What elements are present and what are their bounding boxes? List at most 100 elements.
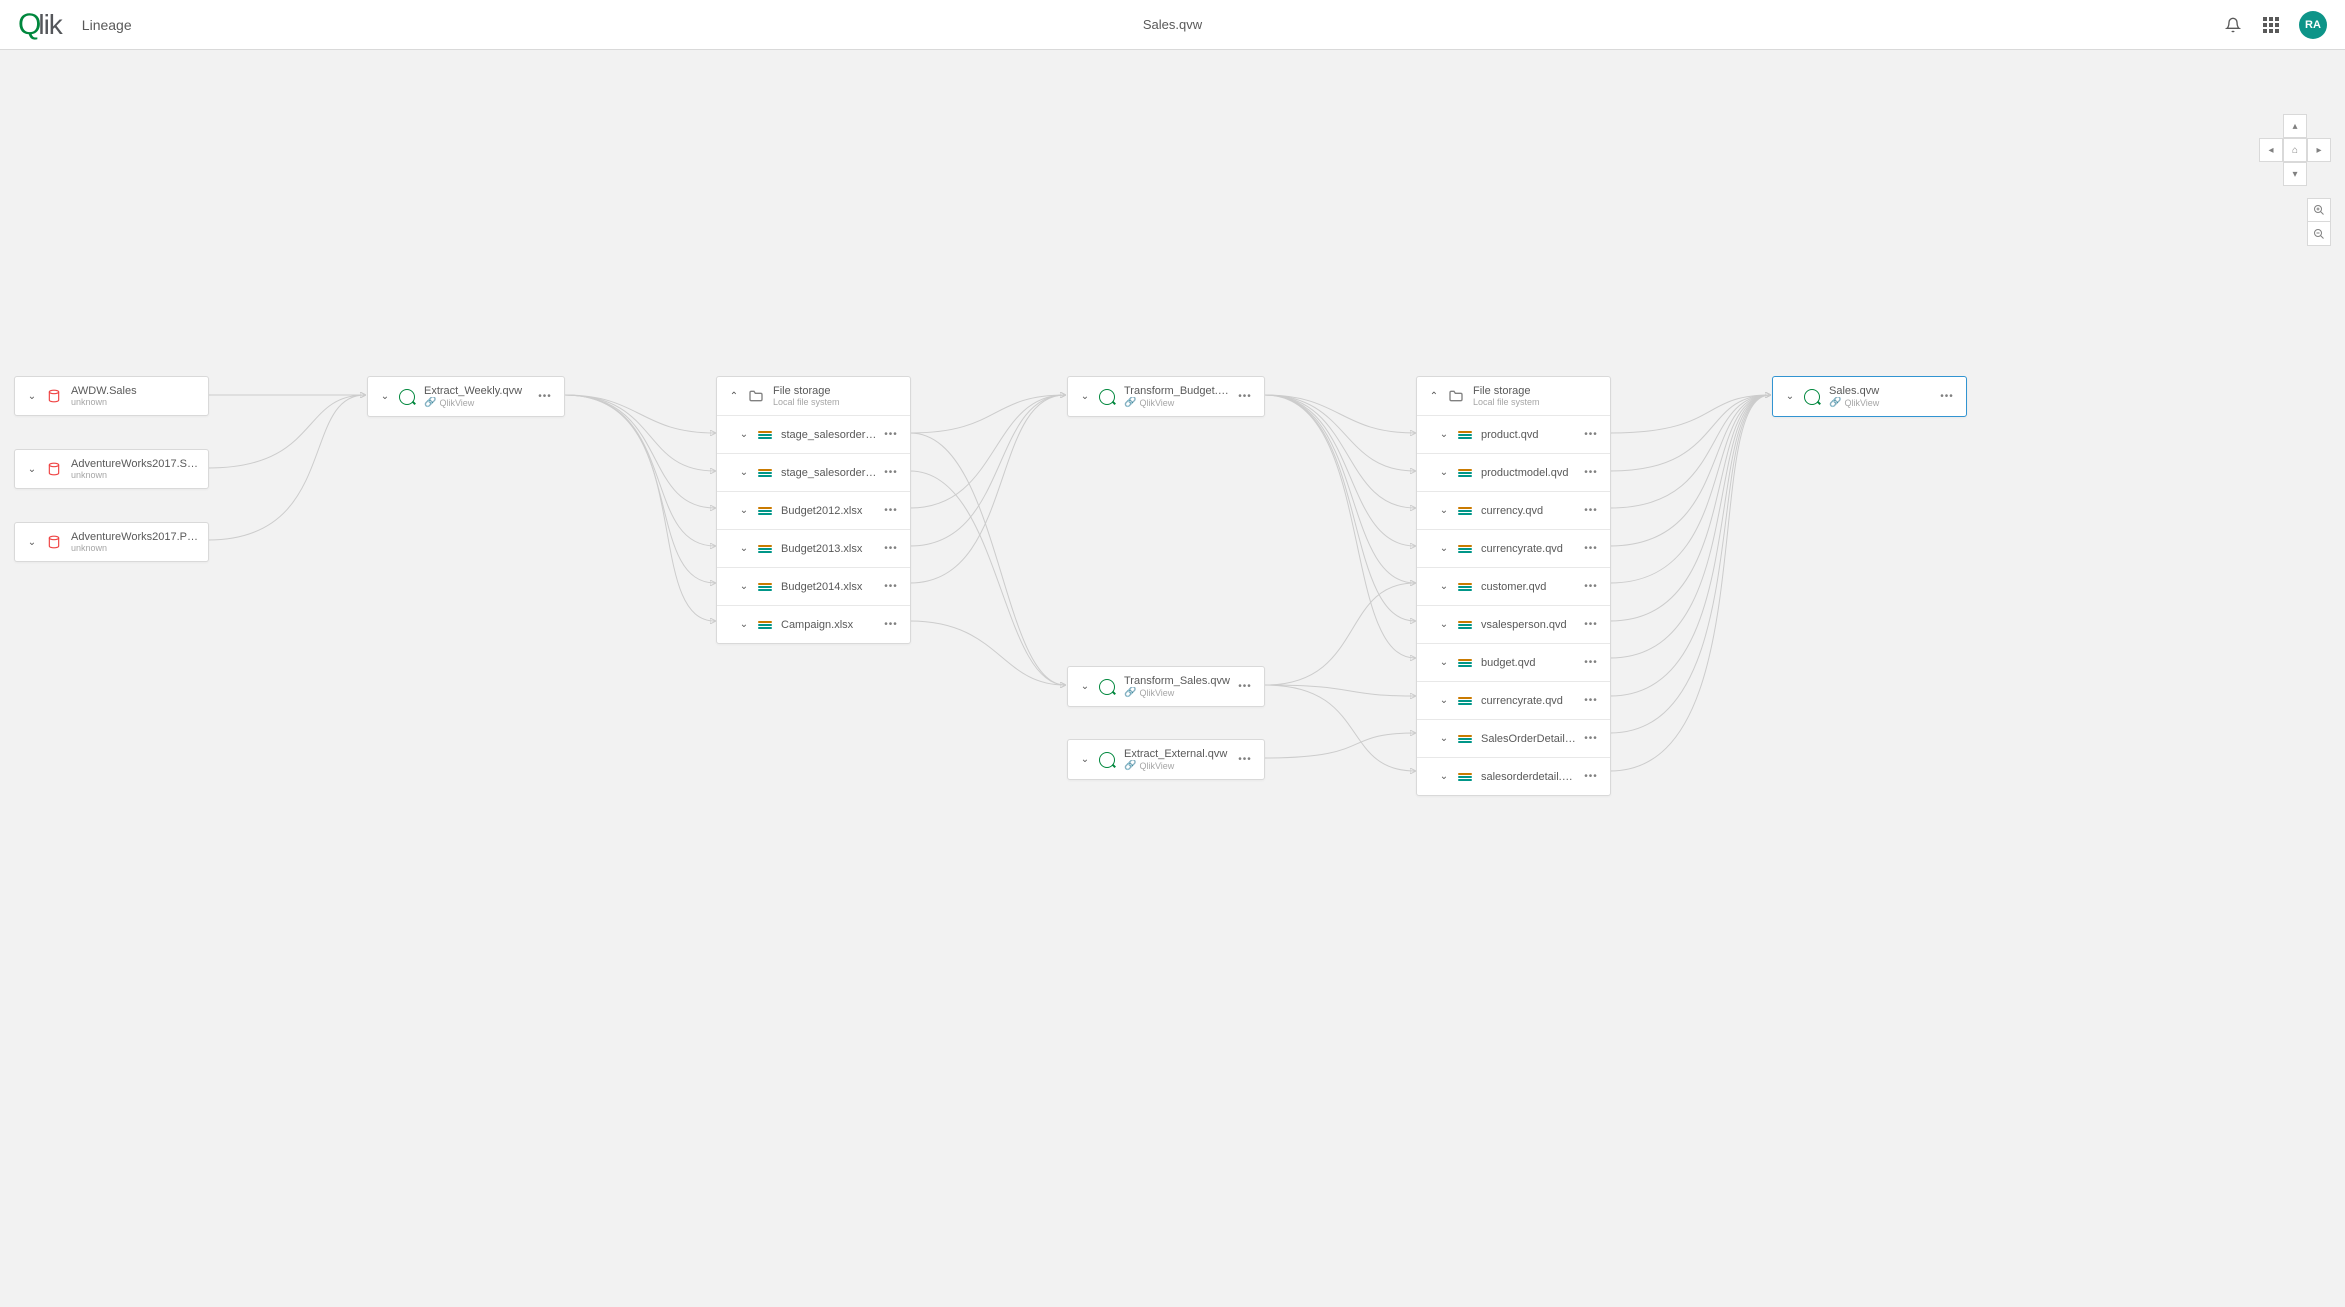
more-menu-button[interactable]: ••• [1582,771,1600,782]
transform-sales-node[interactable]: ⌄ Transform_Sales.qvw 🔗QlikView ••• [1067,666,1265,707]
chevron-down-icon[interactable]: ⌄ [1437,429,1451,440]
dataset-icon [757,429,773,441]
chevron-down-icon[interactable]: ⌄ [737,581,751,592]
zoom-out-button[interactable] [2307,222,2331,246]
chevron-down-icon[interactable]: ⌄ [25,464,39,475]
extract-weekly-node[interactable]: ⌄ Extract_Weekly.qvw 🔗QlikView ••• [367,376,565,417]
chevron-down-icon[interactable]: ⌄ [25,391,39,402]
more-menu-button[interactable]: ••• [882,581,900,592]
chevron-down-icon[interactable]: ⌄ [737,505,751,516]
chevron-down-icon[interactable]: ⌄ [1437,467,1451,478]
node-title: AWDW.Sales [71,385,198,397]
file-child-row[interactable]: ⌄stage_salesorderhead...••• [717,453,910,491]
file-storage-node-2[interactable]: ⌃ File storage Local file system ⌄produc… [1416,376,1611,796]
file-child-row[interactable]: ⌄ SalesOrderDetail_202... ••• [1417,719,1610,757]
file-storage-node-1[interactable]: ⌃ File storage Local file system ⌄stage_… [716,376,911,644]
pan-left-button[interactable]: ◂ [2259,138,2283,162]
chevron-down-icon[interactable]: ⌄ [1437,733,1451,744]
more-menu-button[interactable]: ••• [1582,467,1600,478]
lineage-canvas[interactable]: ⌄ AWDW.Sales unknown ⌄ AdventureWorks201… [0,50,2345,1307]
file-child-row[interactable]: ⌄customer.qvd••• [1417,567,1610,605]
chevron-down-icon[interactable]: ⌄ [737,543,751,554]
file-child-row[interactable]: ⌄ Budget2012.xlsx ••• [717,491,910,529]
more-menu-button[interactable]: ••• [1236,391,1254,402]
zoom-in-button[interactable] [2307,198,2331,222]
chevron-down-icon[interactable]: ⌄ [25,537,39,548]
file-child-row[interactable]: ⌄Campaign.xlsx••• [717,605,910,643]
dataset-icon [757,543,773,555]
more-menu-button[interactable]: ••• [882,619,900,630]
chevron-down-icon[interactable]: ⌄ [1437,619,1451,630]
breadcrumb[interactable]: Lineage [82,17,132,33]
chevron-down-icon[interactable]: ⌄ [737,467,751,478]
file-child-row[interactable]: ⌄stage_salesorderdetail...••• [717,415,910,453]
pan-down-button[interactable]: ▾ [2283,162,2307,186]
pan-home-button[interactable]: ⌂ [2283,138,2307,162]
transform-budget-node[interactable]: ⌄ Transform_Budget.qvw 🔗QlikView ••• [1067,376,1265,417]
source-node-awdw-sales[interactable]: ⌄ AWDW.Sales unknown [14,376,209,416]
chevron-down-icon[interactable]: ⌄ [378,391,392,402]
file-child-row[interactable]: ⌄currencyrate.qvd••• [1417,529,1610,567]
avatar[interactable]: RA [2299,11,2327,39]
more-menu-button[interactable]: ••• [882,505,900,516]
pan-right-button[interactable]: ▸ [2307,138,2331,162]
more-menu-button[interactable]: ••• [1582,657,1600,668]
file-child-row[interactable]: ⌄currencyrate.qvd••• [1417,681,1610,719]
chevron-down-icon[interactable]: ⌄ [1078,754,1092,765]
file-child-title: salesorderdetail.qvd [1481,771,1578,783]
app-launcher-icon[interactable] [2261,15,2281,35]
more-menu-button[interactable]: ••• [536,391,554,402]
file-child-row[interactable]: ⌄productmodel.qvd••• [1417,453,1610,491]
chevron-down-icon[interactable]: ⌄ [1437,695,1451,706]
sales-qvw-node[interactable]: ⌄ Sales.qvw 🔗QlikView ••• [1772,376,1967,417]
chevron-down-icon[interactable]: ⌄ [1078,681,1092,692]
more-menu-button[interactable]: ••• [1582,429,1600,440]
qlik-logo[interactable]: Qlik [18,8,62,42]
file-child-row[interactable]: ⌄Budget2014.xlsx••• [717,567,910,605]
more-menu-button[interactable]: ••• [1582,505,1600,516]
pan-up-button[interactable]: ▴ [2283,114,2307,138]
more-menu-button[interactable]: ••• [1236,754,1254,765]
bell-icon[interactable] [2223,15,2243,35]
chevron-down-icon[interactable]: ⌄ [1437,505,1451,516]
dataset-icon [1457,467,1473,479]
chevron-down-icon[interactable]: ⌄ [1078,391,1092,402]
chevron-up-icon[interactable]: ⌃ [1427,391,1441,402]
more-menu-button[interactable]: ••• [1938,391,1956,402]
file-child-row[interactable]: ⌄ salesorderdetail.qvd ••• [1417,757,1610,795]
dataset-icon [1457,505,1473,517]
node-subtitle: 🔗QlikView [424,397,532,408]
node-subtitle: unknown [71,543,198,553]
more-menu-button[interactable]: ••• [1582,543,1600,554]
file-child-row[interactable]: ⌄Budget2013.xlsx••• [717,529,910,567]
chevron-down-icon[interactable]: ⌄ [737,429,751,440]
more-menu-button[interactable]: ••• [1236,681,1254,692]
chevron-up-icon[interactable]: ⌃ [727,391,741,402]
more-menu-button[interactable]: ••• [1582,619,1600,630]
chevron-down-icon[interactable]: ⌄ [737,619,751,630]
file-child-title: Budget2012.xlsx [781,505,878,517]
page-title: Sales.qvw [1143,17,1202,32]
more-menu-button[interactable]: ••• [882,467,900,478]
chevron-down-icon[interactable]: ⌄ [1437,771,1451,782]
file-child-row[interactable]: ⌄currency.qvd••• [1417,491,1610,529]
file-child-title: SalesOrderDetail_202... [1481,733,1578,745]
source-node-adventureworks-sales[interactable]: ⌄ AdventureWorks2017.Sales unknown [14,449,209,489]
more-menu-button[interactable]: ••• [882,543,900,554]
more-menu-button[interactable]: ••• [1582,733,1600,744]
chevron-down-icon[interactable]: ⌄ [1783,391,1797,402]
folder-icon [747,387,765,405]
database-icon [45,387,63,405]
file-child-row[interactable]: ⌄budget.qvd••• [1417,643,1610,681]
chevron-down-icon[interactable]: ⌄ [1437,657,1451,668]
source-node-adventureworks-product[interactable]: ⌄ AdventureWorks2017.Produ... unknown [14,522,209,562]
more-menu-button[interactable]: ••• [1582,695,1600,706]
extract-external-node[interactable]: ⌄ Extract_External.qvw 🔗QlikView ••• [1067,739,1265,780]
file-child-row[interactable]: ⌄product.qvd••• [1417,415,1610,453]
file-child-row[interactable]: ⌄vsalesperson.qvd••• [1417,605,1610,643]
more-menu-button[interactable]: ••• [1582,581,1600,592]
chevron-down-icon[interactable]: ⌄ [1437,543,1451,554]
chevron-down-icon[interactable]: ⌄ [1437,581,1451,592]
more-menu-button[interactable]: ••• [882,429,900,440]
dataset-icon [757,581,773,593]
